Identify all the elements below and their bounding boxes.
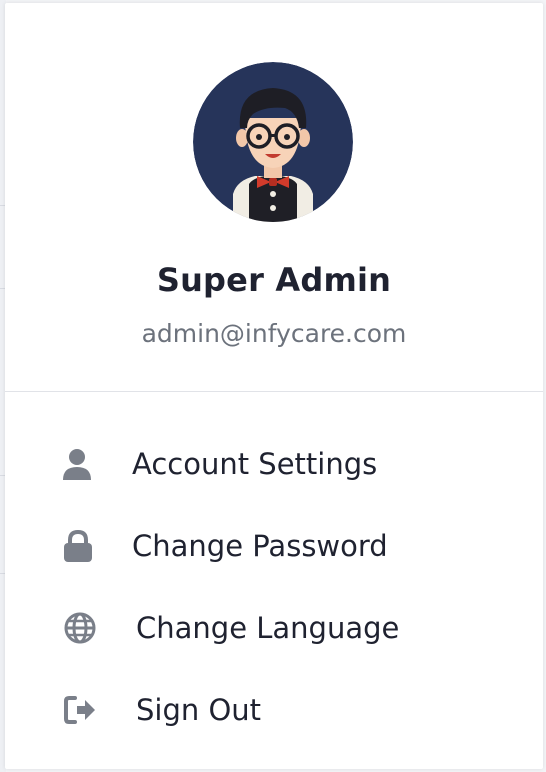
menu-item-label: Sign Out bbox=[136, 693, 262, 727]
menu-item-change-password[interactable]: Change Password bbox=[5, 514, 543, 578]
profile-dropdown-panel: Super Admin admin@infycare.com Account S… bbox=[5, 3, 543, 769]
menu-item-sign-out[interactable]: Sign Out bbox=[5, 678, 543, 742]
user-name: Super Admin bbox=[156, 261, 392, 299]
menu-item-label: Change Language bbox=[136, 611, 400, 645]
lock-icon bbox=[60, 528, 96, 564]
profile-header: Super Admin admin@infycare.com bbox=[5, 3, 543, 389]
user-icon bbox=[59, 446, 95, 482]
avatar bbox=[193, 62, 353, 222]
menu-item-account-settings[interactable]: Account Settings bbox=[5, 432, 543, 496]
menu-item-label: Account Settings bbox=[132, 447, 378, 481]
sign-out-icon bbox=[62, 692, 98, 728]
menu-item-change-language[interactable]: Change Language bbox=[5, 596, 543, 660]
avatar-illustration bbox=[193, 62, 353, 222]
header-divider bbox=[5, 391, 543, 392]
globe-icon bbox=[62, 610, 98, 646]
menu-item-label: Change Password bbox=[132, 529, 388, 563]
user-email: admin@infycare.com bbox=[141, 319, 407, 348]
